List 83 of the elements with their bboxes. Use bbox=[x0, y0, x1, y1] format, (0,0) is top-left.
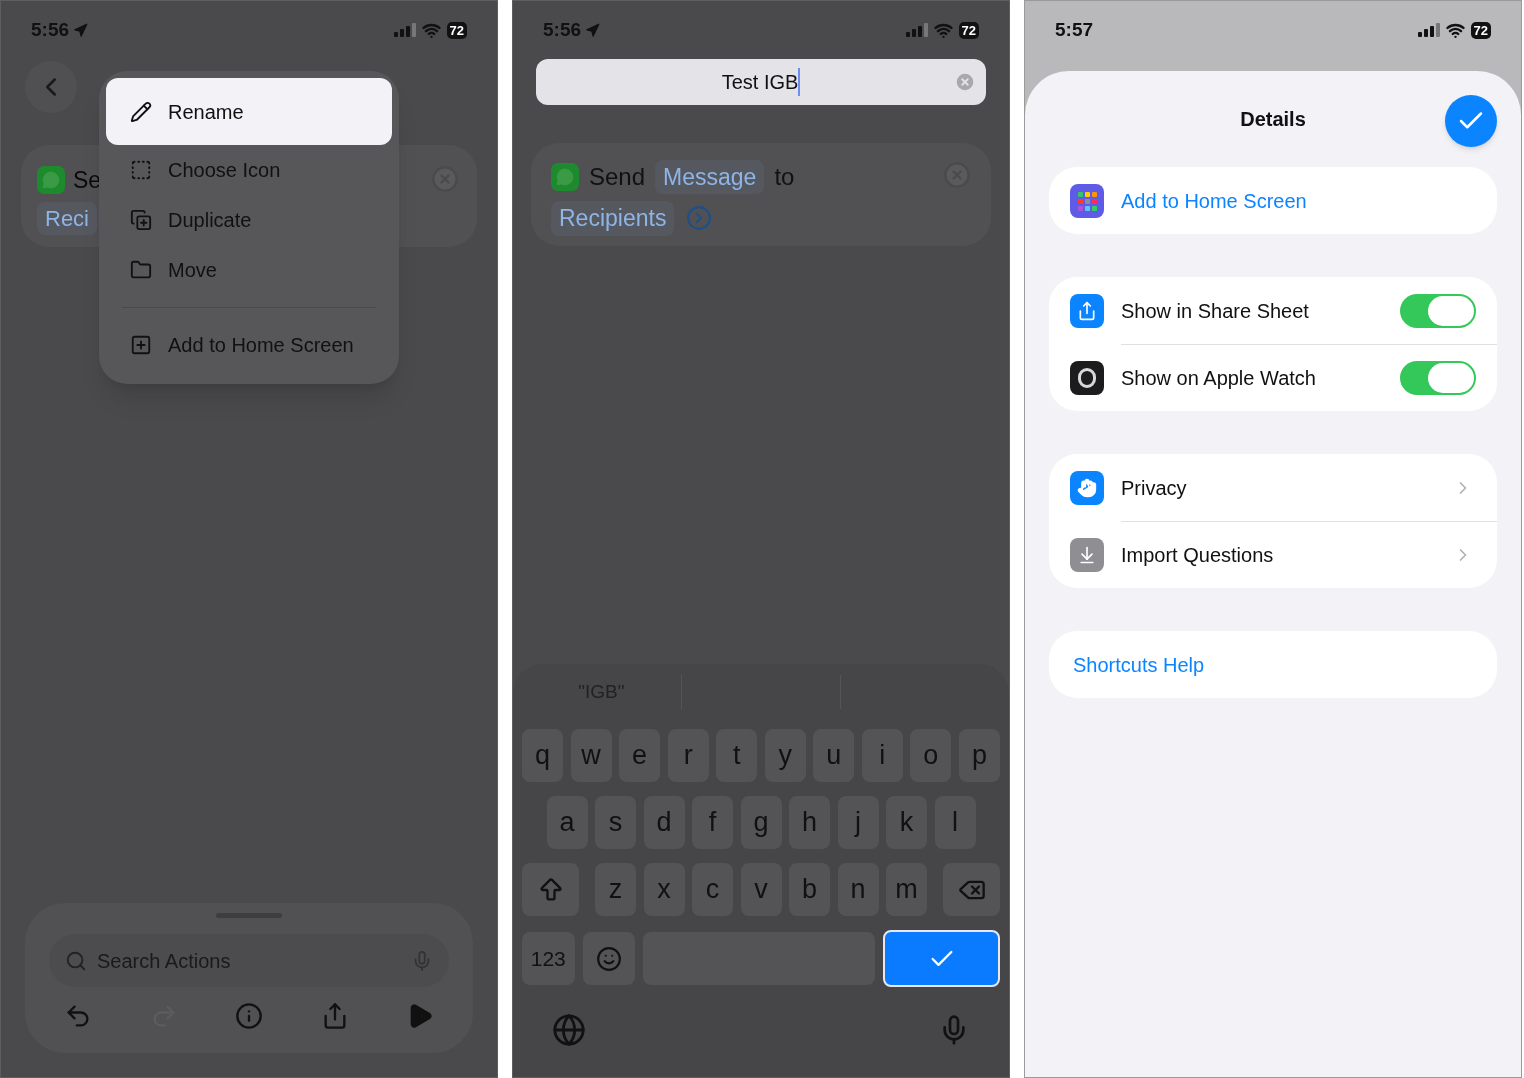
keyboard-key[interactable]: o bbox=[910, 729, 952, 782]
settings-row[interactable]: Import Questions bbox=[1049, 521, 1497, 588]
keyboard-key[interactable]: f bbox=[692, 796, 733, 849]
pencil-icon bbox=[130, 100, 152, 123]
delete-key[interactable] bbox=[943, 863, 1000, 916]
import-icon bbox=[1070, 537, 1104, 572]
hand-icon bbox=[1070, 470, 1104, 505]
app-grid-icon bbox=[1070, 183, 1104, 218]
battery-level: 72 bbox=[958, 21, 979, 39]
keyboard-key[interactable]: r bbox=[667, 729, 709, 782]
toggle-label: Show in Share Sheet bbox=[1121, 298, 1309, 324]
keyboard-key[interactable]: v bbox=[740, 863, 782, 916]
keyboard-key[interactable]: w bbox=[570, 729, 612, 782]
add-to-home-link[interactable]: Add to Home Screen bbox=[1121, 185, 1307, 216]
keyboard-key[interactable]: m bbox=[886, 863, 927, 916]
folder-icon bbox=[130, 259, 152, 281]
globe-icon[interactable] bbox=[552, 1013, 586, 1047]
keyboard-key[interactable]: c bbox=[692, 863, 733, 916]
keyboard-key[interactable]: x bbox=[643, 863, 685, 916]
keyboard-key[interactable]: l bbox=[934, 796, 976, 849]
signal-icon bbox=[1417, 23, 1440, 37]
sheet-title: Details bbox=[1240, 107, 1306, 132]
keyboard-key[interactable]: j bbox=[837, 796, 879, 849]
keyboard-key[interactable]: s bbox=[595, 796, 636, 849]
keyboard-key[interactable]: u bbox=[813, 729, 855, 782]
menu-item[interactable]: Move bbox=[106, 245, 392, 295]
dashed-square-icon bbox=[130, 159, 152, 181]
text-cursor bbox=[798, 68, 801, 96]
keyboard-key[interactable]: t bbox=[716, 729, 758, 782]
keyboard-key[interactable]: p bbox=[958, 729, 1000, 782]
messages-icon bbox=[37, 166, 65, 195]
share-icon bbox=[1070, 293, 1104, 328]
toggle-switch[interactable] bbox=[1400, 361, 1476, 395]
settings-row[interactable]: Privacy bbox=[1049, 454, 1497, 521]
emoji-icon bbox=[595, 945, 622, 972]
keyboard-key[interactable]: g bbox=[740, 796, 782, 849]
signal-icon bbox=[393, 23, 416, 37]
keyboard-key[interactable]: y bbox=[764, 729, 806, 782]
keyboard-key[interactable]: n bbox=[837, 863, 879, 916]
shift-key[interactable] bbox=[522, 863, 579, 916]
menu-item[interactable]: Rename bbox=[106, 78, 392, 145]
plus-square-icon bbox=[130, 334, 152, 356]
keyboard-key[interactable]: d bbox=[643, 796, 685, 849]
name-field[interactable]: Test IGB bbox=[536, 59, 986, 105]
watch-icon bbox=[1070, 360, 1104, 395]
search-icon bbox=[65, 949, 87, 972]
menu-item[interactable]: Choose Icon bbox=[106, 145, 392, 195]
keyboard-key[interactable]: k bbox=[886, 796, 927, 849]
battery-level: 72 bbox=[1470, 21, 1491, 39]
status-time: 5:57 bbox=[1055, 17, 1094, 42]
row-label: Privacy bbox=[1121, 475, 1187, 501]
signal-icon bbox=[905, 23, 928, 37]
row-label: Import Questions bbox=[1121, 543, 1274, 568]
status-time: 5:56 bbox=[31, 17, 70, 42]
messages-icon bbox=[551, 163, 579, 191]
battery-level: 72 bbox=[446, 21, 467, 39]
toggle-label: Show on Apple Watch bbox=[1121, 366, 1316, 391]
clear-icon[interactable] bbox=[954, 71, 976, 93]
back-button[interactable] bbox=[25, 61, 77, 113]
keyboard-key[interactable]: h bbox=[789, 796, 830, 849]
keyboard-key[interactable]: a bbox=[546, 796, 588, 849]
done-button[interactable] bbox=[1445, 95, 1497, 147]
numbers-key[interactable]: 123 bbox=[522, 932, 575, 985]
menu-item[interactable]: Add to Home Screen bbox=[106, 320, 392, 370]
keyboard-key[interactable]: z bbox=[595, 863, 636, 916]
done-key[interactable] bbox=[883, 930, 1000, 987]
duplicate-icon bbox=[130, 209, 152, 231]
message-chip[interactable]: Message bbox=[655, 159, 765, 195]
recipients-chip[interactable]: Recipients bbox=[551, 201, 675, 236]
keyboard-key[interactable]: b bbox=[789, 863, 830, 916]
status-time: 5:56 bbox=[543, 17, 582, 42]
emoji-key[interactable] bbox=[582, 932, 636, 985]
action-joiner: to bbox=[774, 162, 795, 192]
action-title: Se bbox=[73, 166, 102, 195]
keyboard-key[interactable]: q bbox=[522, 729, 563, 782]
keyboard-key[interactable]: i bbox=[861, 729, 903, 782]
action-verb: Send bbox=[589, 162, 646, 192]
info-button[interactable] bbox=[234, 1001, 264, 1031]
help-link[interactable]: Shortcuts Help bbox=[1073, 649, 1205, 680]
recipients-chip[interactable]: Reci bbox=[37, 201, 97, 235]
menu-item[interactable]: Duplicate bbox=[106, 195, 392, 245]
keyboard-key[interactable]: e bbox=[619, 729, 661, 782]
toggle-switch[interactable] bbox=[1400, 293, 1476, 328]
